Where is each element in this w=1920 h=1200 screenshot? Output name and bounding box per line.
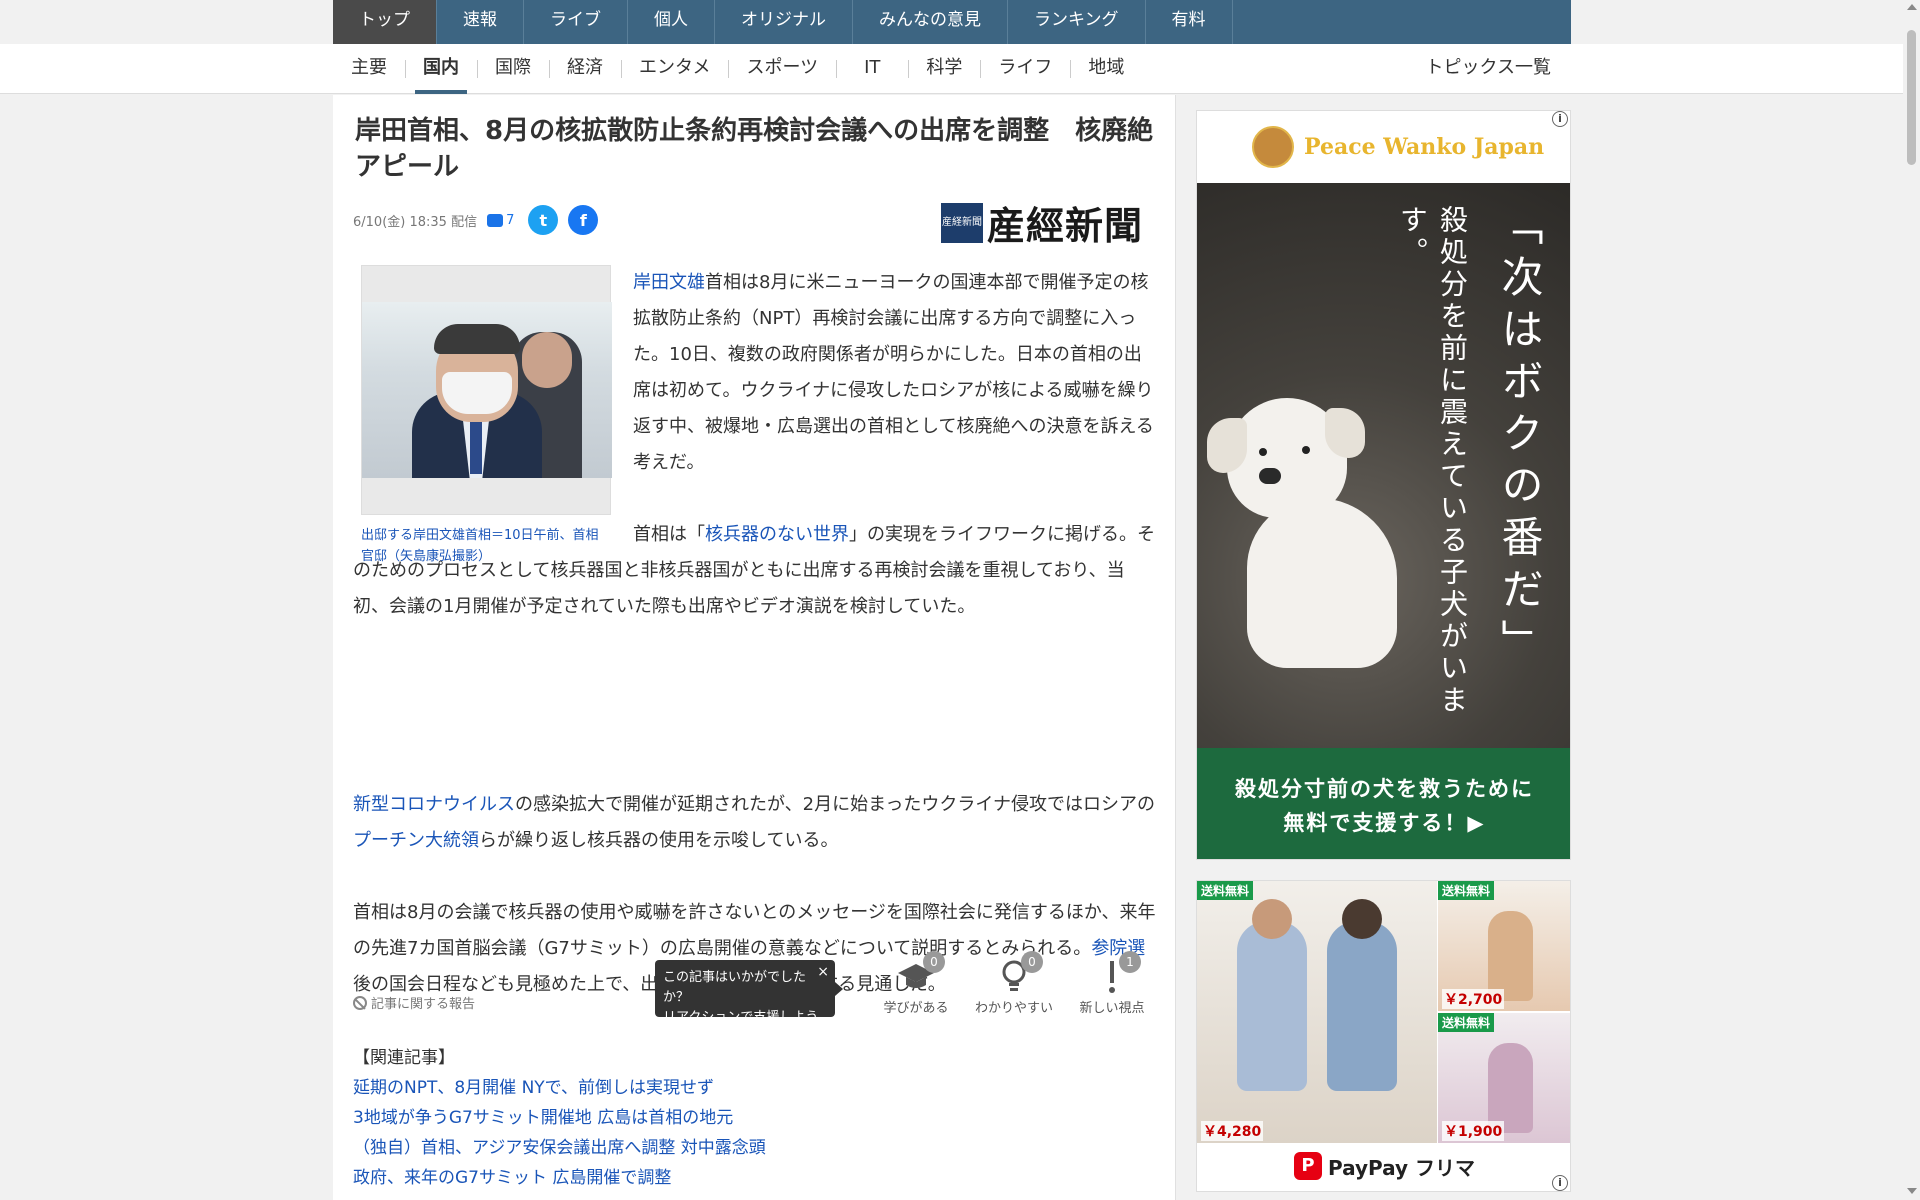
ad-brand-logo: Peace Wanko Japan xyxy=(1197,111,1570,183)
tooltip-line-1: この記事はいかがでしたか？ xyxy=(663,970,807,1005)
category-local[interactable]: 地域 xyxy=(1070,44,1142,94)
related-heading: 【関連記事】 xyxy=(353,1048,455,1068)
ad-brand-name: Peace Wanko Japan xyxy=(1304,134,1545,160)
prohibited-icon xyxy=(353,995,367,1010)
product-tile[interactable]: 送料無料 ￥1,900 xyxy=(1438,1013,1570,1143)
category-entertainment[interactable]: エンタメ xyxy=(621,44,728,94)
product-price: ￥2,700 xyxy=(1442,989,1505,1009)
dog-logo-icon xyxy=(1252,126,1294,168)
ad-peace-wanko[interactable]: Peace Wanko Japan 「次はボクの番だ」 殺処分を前に震えている子… xyxy=(1196,110,1571,860)
report-article-link[interactable]: 記事に関する報告 xyxy=(353,993,475,1012)
related-link[interactable]: 政府、来年のG7サミット 広島開催で調整 xyxy=(353,1163,766,1193)
nav-paid[interactable]: 有料 xyxy=(1146,0,1233,44)
pm-photo-image xyxy=(362,302,612,478)
ad-subtext: 殺処分を前に震えている子犬がいます。 xyxy=(1396,205,1469,717)
category-science[interactable]: 科学 xyxy=(908,44,980,94)
product-price: ￥1,900 xyxy=(1442,1121,1505,1141)
reaction-tooltip: この記事はいかがでしたか？ リアクションで支援しよう × xyxy=(655,960,843,1025)
reaction-clear-button[interactable]: 0 わかりやすい xyxy=(969,951,1059,1016)
reaction-count: 0 xyxy=(923,951,945,973)
nav-ranking[interactable]: ランキング xyxy=(1008,0,1146,44)
puppy-image xyxy=(1207,358,1417,678)
free-shipping-badge: 送料無料 xyxy=(1197,881,1254,900)
lightbulb-icon xyxy=(969,957,1059,997)
ad-info-icon[interactable]: i xyxy=(1552,1175,1568,1191)
product-tile[interactable]: 送料無料 ￥4,280 xyxy=(1197,881,1437,1143)
tooltip-close-icon[interactable]: × xyxy=(817,962,829,982)
link-putin[interactable]: プーチン大統領 xyxy=(353,830,479,851)
reaction-label: わかりやすい xyxy=(974,1001,1053,1016)
scroll-up-icon[interactable] xyxy=(1907,4,1917,10)
report-label: 記事に関する報告 xyxy=(371,997,476,1012)
paypay-icon: P xyxy=(1293,1152,1322,1180)
publish-date: 6/10(金) 18:35 配信 xyxy=(353,214,478,230)
article-headline: 岸田首相、8月の核拡散防止条約再検討会議への出席を調整 核廃絶アピール xyxy=(355,116,1154,182)
reaction-label: 学びがある xyxy=(883,1001,949,1016)
free-shipping-badge: 送料無料 xyxy=(1438,881,1495,900)
ad-info-icon[interactable]: i xyxy=(1552,111,1568,127)
ad-cta-button[interactable]: 殺処分寸前の犬を救うために 無料で支援する！▶ xyxy=(1197,748,1570,859)
nav-breaking[interactable]: 速報 xyxy=(437,0,524,44)
paypay-brand: PayPay フリマ xyxy=(1327,1155,1476,1180)
paragraph-1: 岸田文雄首相は8月に米ニューヨークの国連本部で開催予定の核拡散防止条約（NPT）… xyxy=(633,272,1154,473)
comment-icon xyxy=(487,213,504,227)
scroll-down-icon[interactable] xyxy=(1907,1188,1917,1194)
reaction-new-perspective-button[interactable]: 1 新しい視点 xyxy=(1067,951,1157,1016)
twitter-share-icon[interactable]: t xyxy=(528,205,559,235)
free-shipping-badge: 送料無料 xyxy=(1438,1013,1495,1032)
related-link[interactable]: 延期のNPT、8月開催 NYで、前倒しは実現せず xyxy=(353,1073,766,1103)
article: 岸田首相、8月の核拡散防止条約再検討会議への出席を調整 核廃絶アピール 6/10… xyxy=(333,95,1176,1200)
category-main[interactable]: 主要 xyxy=(333,44,405,94)
reaction-label: 新しい視点 xyxy=(1079,1001,1145,1016)
topics-list-link[interactable]: トピックス一覧 xyxy=(1426,44,1551,92)
graduation-cap-icon xyxy=(871,957,961,997)
comment-count: 7 xyxy=(506,212,515,228)
product-price: ￥4,280 xyxy=(1201,1121,1264,1141)
publisher-seal: 産経新聞 xyxy=(941,202,983,243)
paragraph-2: 首相は「核兵器のない世界」の実現をライフワークに掲げる。そのためのプロセスとして… xyxy=(353,524,1155,617)
reaction-learn-button[interactable]: 0 学びがある xyxy=(871,951,961,1016)
page-scrollbar[interactable] xyxy=(1903,0,1920,1200)
nav-individual[interactable]: 個人 xyxy=(628,0,715,44)
reaction-count: 0 xyxy=(1021,951,1043,973)
related-articles: 【関連記事】 延期のNPT、8月開催 NYで、前倒しは実現せず 3地域が争うG7… xyxy=(353,1043,766,1193)
paragraph-3: 新型コロナウイルスの感染拡大で開催が延期されたが、2月に始まったウクライナ侵攻で… xyxy=(353,794,1156,851)
category-economy[interactable]: 経済 xyxy=(549,44,621,94)
ad-headline: 「次はボクの番だ」 xyxy=(1495,203,1544,671)
related-link[interactable]: 3地域が争うG7サミット開催地 広島は首相の地元 xyxy=(353,1103,766,1133)
global-nav: トップ 速報 ライブ 個人 オリジナル みんなの意見 ランキング 有料 xyxy=(333,0,1571,44)
reaction-count: 1 xyxy=(1119,951,1141,973)
related-link[interactable]: （独自）首相、アジア安保会議出席へ調整 対中露念頭 xyxy=(353,1133,766,1163)
nav-live[interactable]: ライブ xyxy=(524,0,628,44)
nav-top[interactable]: トップ xyxy=(333,0,437,44)
article-meta: 6/10(金) 18:35 配信 7 t f xyxy=(353,205,599,235)
category-nav: 主要 国内 国際 経済 エンタメ スポーツ IT 科学 ライフ 地域 トピックス… xyxy=(0,44,1920,94)
category-world[interactable]: 国際 xyxy=(477,44,549,94)
nav-original[interactable]: オリジナル xyxy=(715,0,853,44)
product-tile[interactable]: 送料無料 ￥2,700 xyxy=(1438,881,1570,1011)
puppy-photo: 「次はボクの番だ」 殺処分を前に震えている子犬がいます。 xyxy=(1197,183,1570,748)
publisher-logo[interactable]: 産経新聞 産經新聞 xyxy=(941,195,1143,250)
facebook-share-icon[interactable]: f xyxy=(568,205,599,235)
paypay-logo: P PayPay フリマ xyxy=(1197,1141,1570,1191)
category-life[interactable]: ライフ xyxy=(980,44,1070,94)
scrollbar-thumb[interactable] xyxy=(1907,30,1916,165)
publisher-name: 産經新聞 xyxy=(987,203,1144,248)
category-domestic[interactable]: 国内 xyxy=(405,44,477,94)
category-sports[interactable]: スポーツ xyxy=(728,44,836,94)
category-it[interactable]: IT xyxy=(836,44,908,94)
comment-link[interactable]: 7 xyxy=(487,213,514,228)
ad-paypay-fleamarket[interactable]: 送料無料 ￥4,280 送料無料 ￥2,700 送料無料 ￥1,900 P Pa… xyxy=(1196,880,1571,1192)
link-covid[interactable]: 新型コロナウイルス xyxy=(353,794,515,815)
nav-opinions[interactable]: みんなの意見 xyxy=(853,0,1008,44)
link-nuclear-free-world[interactable]: 核兵器のない世界 xyxy=(705,524,849,545)
article-photo[interactable] xyxy=(361,265,612,515)
exclamation-icon xyxy=(1067,957,1157,997)
tooltip-line-2: リアクションで支援しよう xyxy=(663,1010,819,1025)
link-kishida[interactable]: 岸田文雄 xyxy=(633,272,705,293)
